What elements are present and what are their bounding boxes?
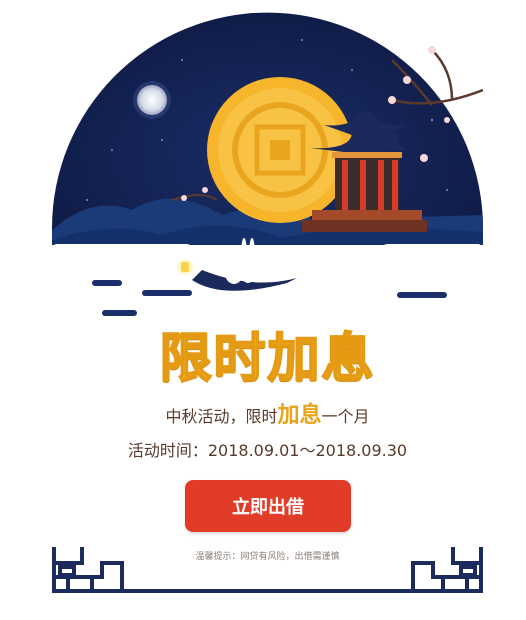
subtitle-prefix: 中秋活动，限时	[165, 407, 278, 426]
mid-autumn-illustration	[52, 12, 483, 316]
subtitle-suffix: 一个月	[321, 407, 370, 426]
promo-card: 限时加息 中秋活动，限时加息一个月 活动时间：2018.09.01～2018.0…	[52, 0, 483, 600]
subtitle: 中秋活动，限时加息一个月	[52, 397, 483, 429]
moon-icon	[133, 81, 171, 119]
subtitle-highlight: 加息	[277, 403, 322, 428]
lantern-icon	[177, 259, 193, 275]
activity-period: 活动时间：2018.09.01～2018.09.30	[127, 441, 408, 460]
headline: 限时加息	[158, 328, 376, 390]
risk-notice: 温馨提示：网贷有风险，出借需谨慎	[195, 552, 340, 562]
lend-now-button[interactable]: 立即出借	[185, 480, 351, 532]
